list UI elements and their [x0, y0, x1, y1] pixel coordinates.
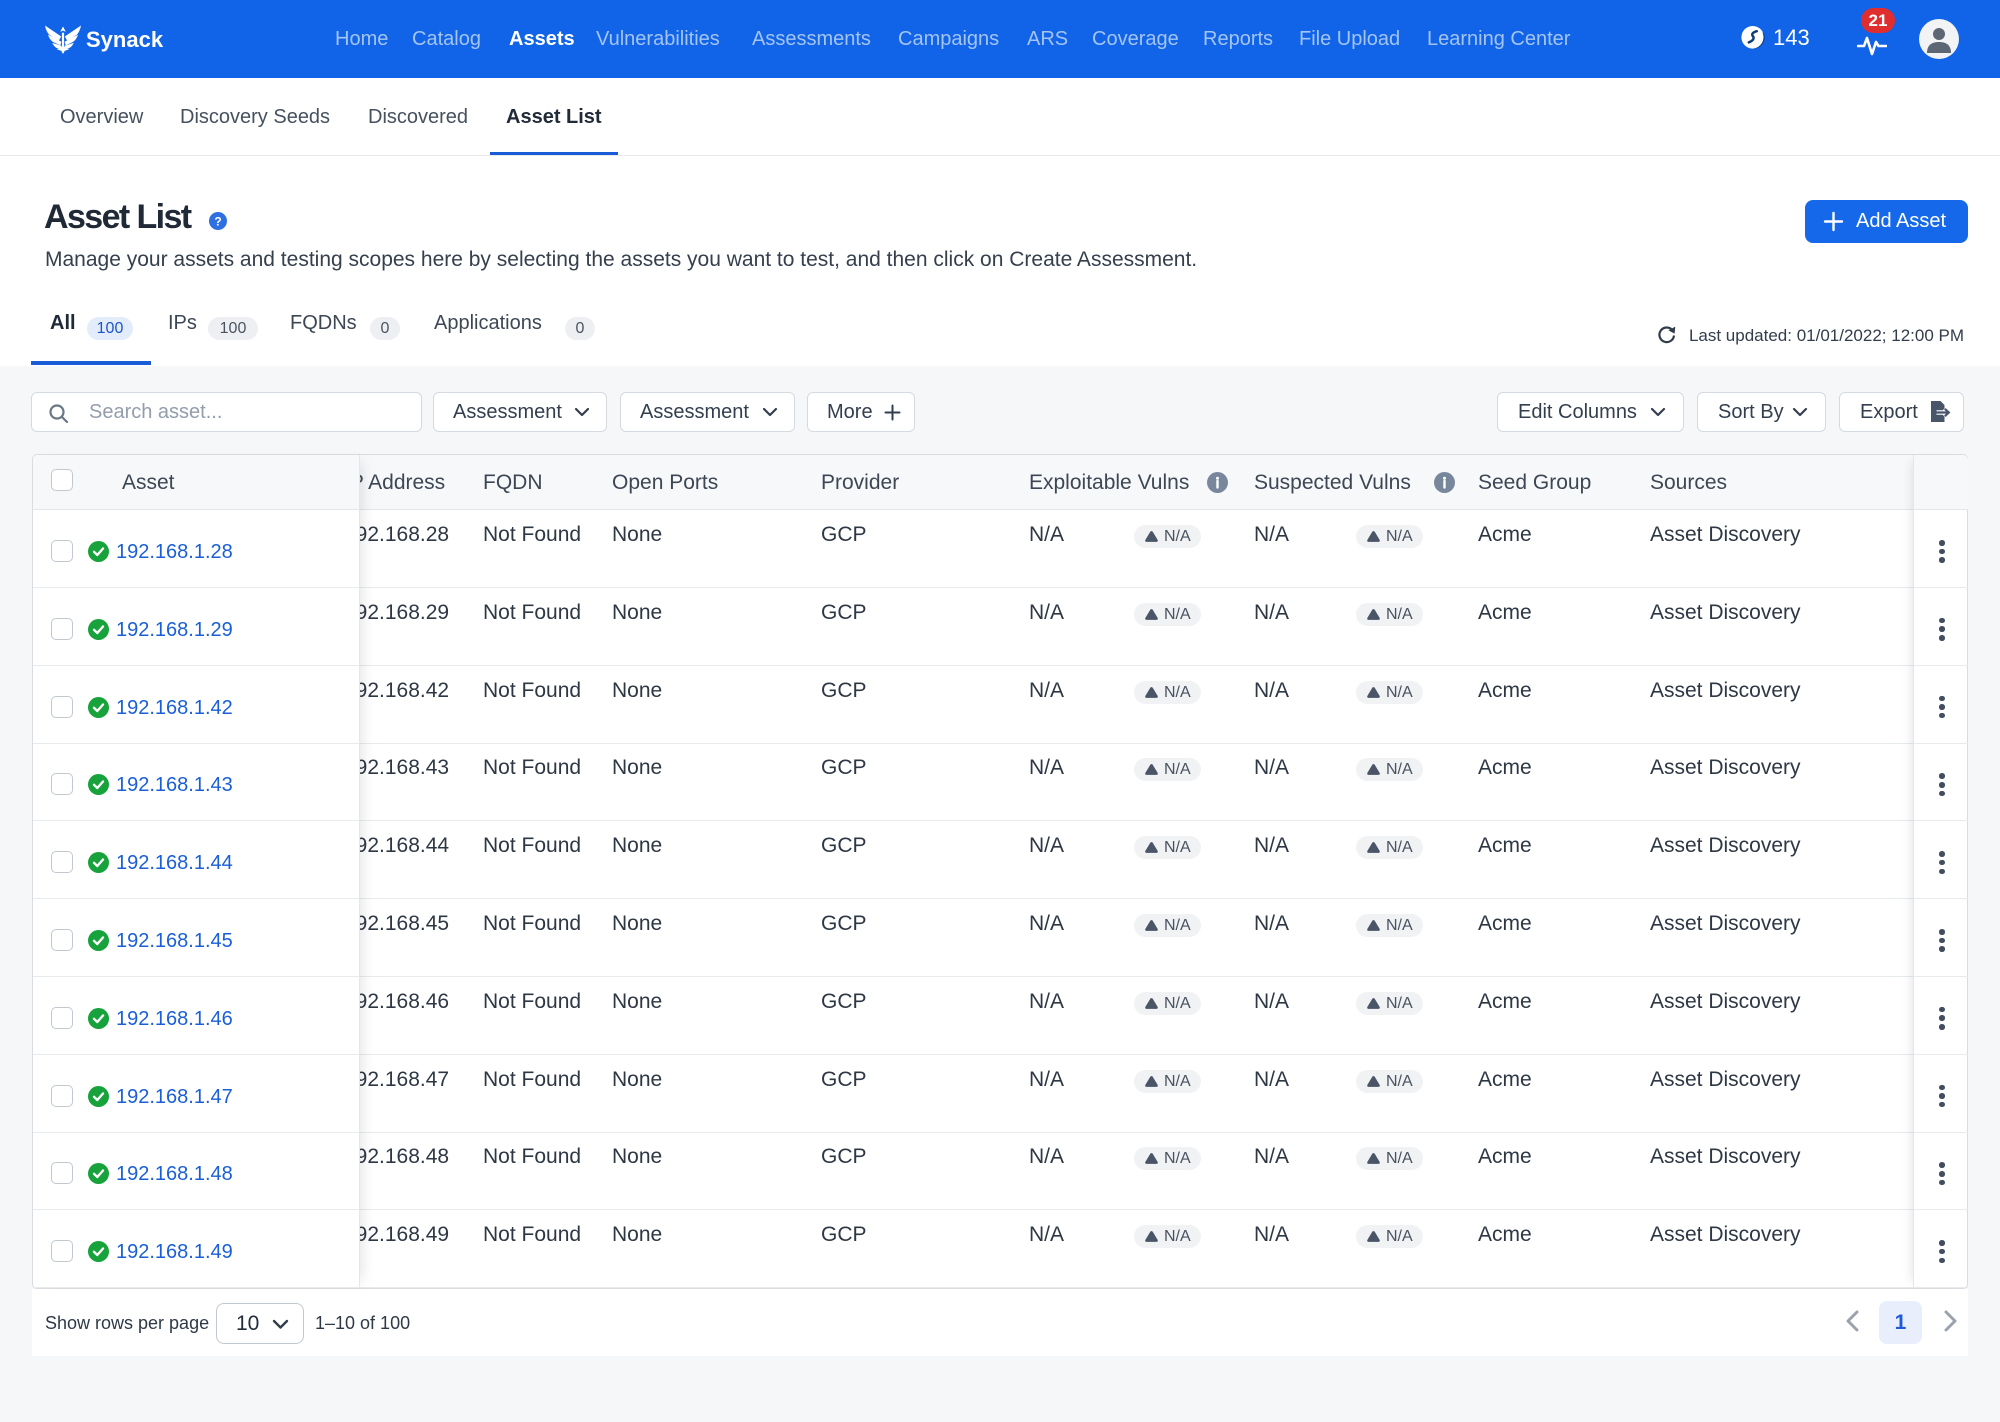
svg-text:?: ? [214, 215, 221, 229]
